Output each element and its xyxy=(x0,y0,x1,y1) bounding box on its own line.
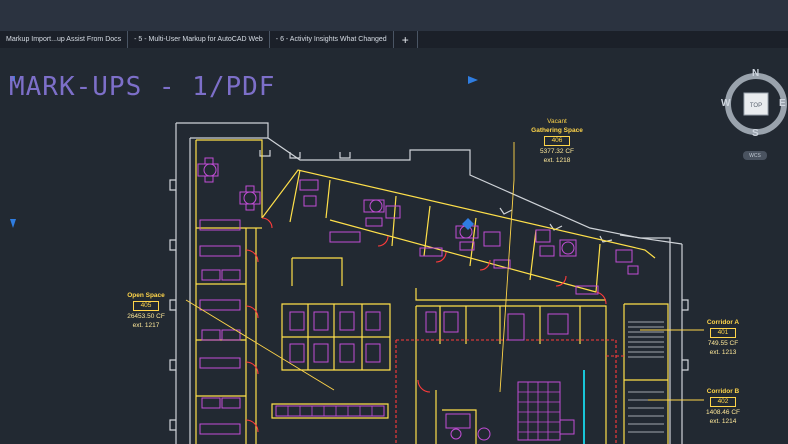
marker-diamond-icon xyxy=(462,218,474,230)
room-label-gathering-space: Vacant Gathering Space 406 5377.32 CF ex… xyxy=(526,117,588,165)
room-number: 401 xyxy=(709,328,737,338)
room-extension: ext. 1214 xyxy=(709,418,737,425)
room-extension: ext. 1218 xyxy=(543,157,571,164)
room-name: Open Space xyxy=(127,292,165,299)
viewcube-top-label: TOP xyxy=(750,103,762,109)
room-area: 26453.50 CF xyxy=(127,313,165,320)
room-status: Vacant xyxy=(547,118,567,125)
marker-arrow-icon xyxy=(10,219,16,228)
room-area: 5377.32 CF xyxy=(540,148,574,155)
room-number: 406 xyxy=(543,136,571,146)
marker-arrow-icon xyxy=(468,76,478,84)
compass-south-label[interactable]: S xyxy=(752,128,759,139)
viewcube-compass[interactable]: TOP xyxy=(725,73,787,135)
room-label-corridor-a: Corridor A 401 749.55 CF ext. 1213 xyxy=(700,318,746,357)
building-outline xyxy=(169,122,689,444)
floor-plan-drawing: TOP xyxy=(10,73,787,444)
room-number: 402 xyxy=(709,397,737,407)
stair-symbol xyxy=(628,321,664,433)
room-name: Corridor A xyxy=(706,319,740,326)
room-area: 1408.46 CF xyxy=(706,409,740,416)
room-label-open-space: Open Space 405 26453.50 CF ext. 1217 xyxy=(118,291,174,330)
room-area: 749.55 CF xyxy=(707,340,739,347)
room-extension: ext. 1217 xyxy=(132,322,160,329)
furniture xyxy=(197,157,639,441)
wcs-menu[interactable]: WCS xyxy=(743,151,767,160)
compass-north-label[interactable]: N xyxy=(752,68,759,79)
room-name: Gathering Space xyxy=(531,127,583,134)
door-swings xyxy=(245,217,624,444)
drawing-title: MARK-UPS - 1/PDF xyxy=(9,72,276,102)
room-name: Corridor B xyxy=(706,388,740,395)
label-leaders xyxy=(185,142,704,401)
compass-west-label[interactable]: W xyxy=(721,98,730,109)
room-number: 405 xyxy=(132,301,160,311)
compass-east-label[interactable]: E xyxy=(779,98,786,109)
room-extension: ext. 1213 xyxy=(709,349,737,356)
room-label-corridor-b: Corridor B 402 1408.46 CF ext. 1214 xyxy=(700,387,746,426)
